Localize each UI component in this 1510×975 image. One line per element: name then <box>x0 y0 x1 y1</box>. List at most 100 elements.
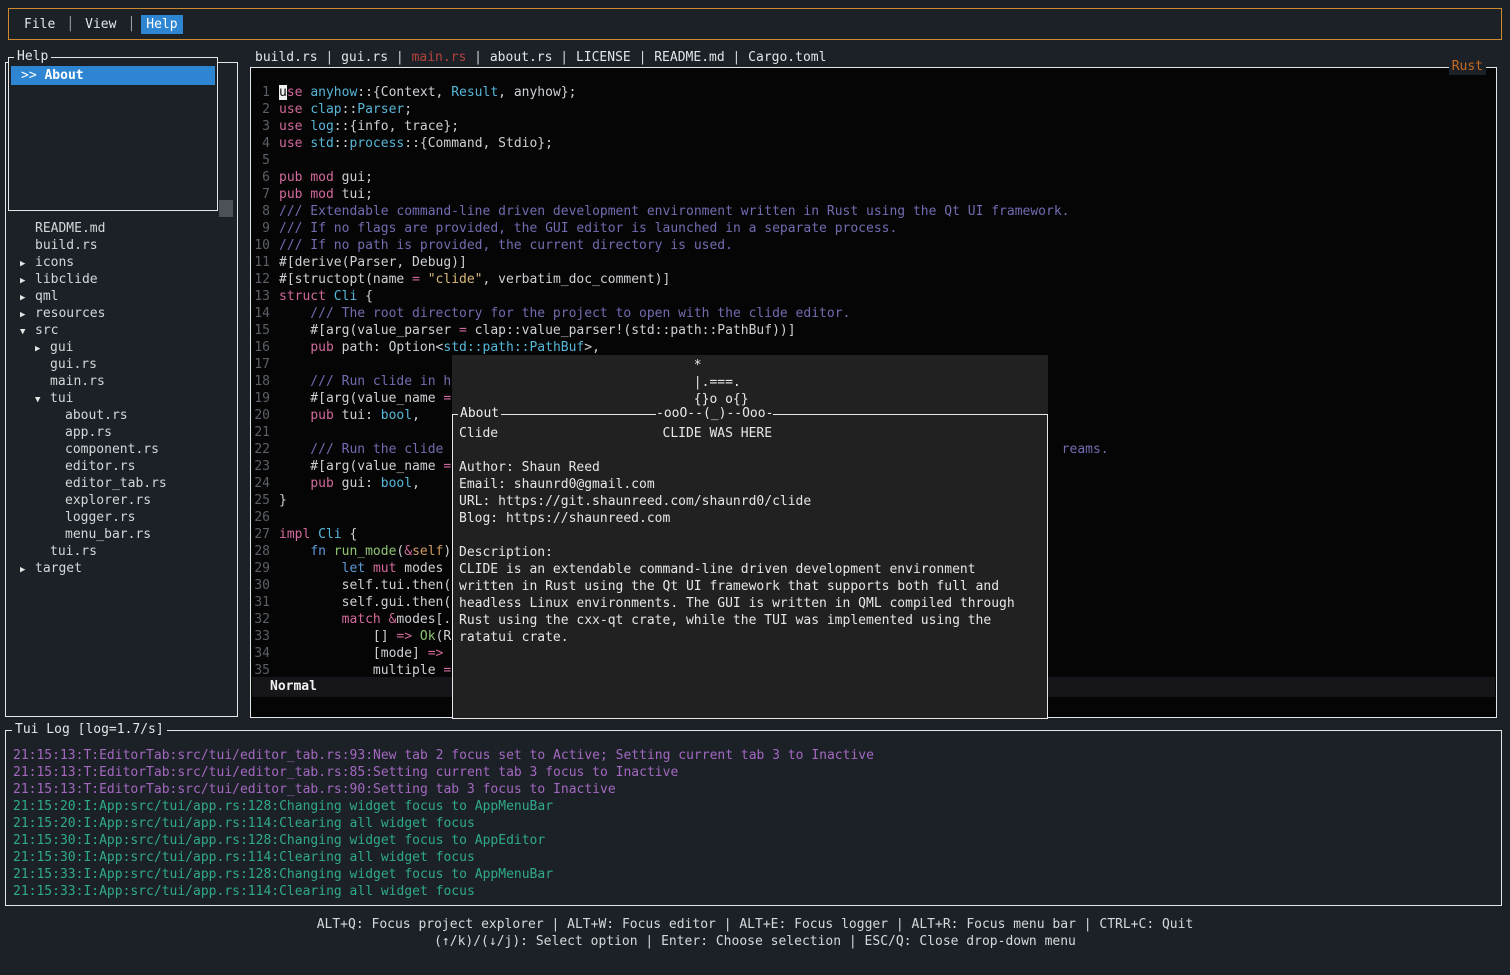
tree-item-main-rs[interactable]: main.rs <box>12 373 235 390</box>
line-number: 29 <box>254 560 270 577</box>
tree-item-app-rs[interactable]: app.rs <box>12 424 235 441</box>
code-token: #[arg(value_parser <box>279 323 459 338</box>
code-token: pub <box>279 187 302 202</box>
code-token: bool <box>381 476 412 491</box>
code-token: => <box>428 646 444 661</box>
tab-gui-rs[interactable]: gui.rs <box>341 50 388 65</box>
tree-item-menu_bar-rs[interactable]: menu_bar.rs <box>12 526 235 543</box>
tree-item-gui[interactable]: ▶gui <box>12 339 235 356</box>
tree-item-explorer-rs[interactable]: explorer.rs <box>12 492 235 509</box>
tab-about-rs[interactable]: about.rs <box>490 50 553 65</box>
tab-main-rs[interactable]: main.rs <box>412 50 467 65</box>
tree-item-build-rs[interactable]: build.rs <box>12 237 235 254</box>
code-token <box>365 561 373 576</box>
code-token: anyhow <box>310 85 357 100</box>
log-entry: 21:15:20:I:App:src/tui/app.rs:128:Changi… <box>13 798 1497 815</box>
code-line-6[interactable]: 6pub mod gui; <box>252 169 1495 186</box>
menu-item-help[interactable]: Help <box>141 15 182 34</box>
tree-item-label: about.rs <box>65 408 128 423</box>
tree-item-label: src <box>35 323 58 338</box>
log-entry: 21:15:30:I:App:src/tui/app.rs:114:Cleari… <box>13 849 1497 866</box>
menu-separator: │ <box>66 16 74 33</box>
code-token <box>279 476 310 491</box>
code-line-1[interactable]: 1use anyhow::{Context, Result, anyhow}; <box>252 84 1495 101</box>
line-number: 3 <box>254 118 270 135</box>
code-token: gui: <box>334 476 381 491</box>
log-entry: 21:15:13:T:EditorTab:src/tui/editor_tab.… <box>13 747 1497 764</box>
tab-separator: | <box>725 50 748 65</box>
tree-item-label: target <box>35 561 82 576</box>
tab-LICENSE[interactable]: LICENSE <box>576 50 631 65</box>
code-token: , verbatim_doc_comment)] <box>483 272 671 287</box>
tree-item-label: logger.rs <box>65 510 135 525</box>
tree-item-editor-rs[interactable]: editor.rs <box>12 458 235 475</box>
code-token: Ok <box>420 629 436 644</box>
code-token <box>310 527 318 542</box>
log-entry: 21:15:33:I:App:src/tui/app.rs:128:Changi… <box>13 866 1497 883</box>
code-token <box>326 289 334 304</box>
tree-item-editor_tab-rs[interactable]: editor_tab.rs <box>12 475 235 492</box>
code-line-8[interactable]: 8/// Extendable command-line driven deve… <box>252 203 1495 220</box>
code-token: use <box>279 136 302 151</box>
code-line-3[interactable]: 3use log::{info, trace}; <box>252 118 1495 135</box>
code-line-14[interactable]: 14 /// The root directory for the projec… <box>252 305 1495 322</box>
line-number: 23 <box>254 458 270 475</box>
code-token: ::{Context, <box>357 85 451 100</box>
text-cursor: u <box>279 85 287 100</box>
code-token: :: <box>342 102 358 117</box>
code-token <box>420 272 428 287</box>
about-dialog: * |.===. {}o o{} About -ooO--(_)--Ooo- C… <box>452 355 1048 719</box>
menu-item-file[interactable]: File <box>19 15 60 34</box>
tree-item-target[interactable]: ▶target <box>12 560 235 577</box>
tree-item-component-rs[interactable]: component.rs <box>12 441 235 458</box>
tree-item-README-md[interactable]: README.md <box>12 220 235 237</box>
tree-item-libclide[interactable]: ▶libclide <box>12 271 235 288</box>
code-token: let <box>342 561 365 576</box>
code-token: mod <box>310 187 333 202</box>
code-token: tui; <box>334 187 373 202</box>
log-entry: 21:15:33:I:App:src/tui/app.rs:114:Cleari… <box>13 883 1497 900</box>
help-dropdown-item-label: About <box>44 68 83 83</box>
tree-item-gui-rs[interactable]: gui.rs <box>12 356 235 373</box>
line-number: 7 <box>254 186 270 203</box>
tab-separator: | <box>318 50 341 65</box>
tree-item-about-rs[interactable]: about.rs <box>12 407 235 424</box>
tree-item-qml[interactable]: ▶qml <box>12 288 235 305</box>
code-token: ::{info, trace}; <box>334 119 459 134</box>
code-line-12[interactable]: 12#[structopt(name = "clide", verbatim_d… <box>252 271 1495 288</box>
code-token: process <box>349 136 404 151</box>
tree-item-logger-rs[interactable]: logger.rs <box>12 509 235 526</box>
tree-item-tui-rs[interactable]: tui.rs <box>12 543 235 560</box>
code-line-10[interactable]: 10/// If no path is provided, the curren… <box>252 237 1495 254</box>
tree-item-icons[interactable]: ▶icons <box>12 254 235 271</box>
code-token: , <box>412 408 420 423</box>
menu-item-view[interactable]: View <box>80 15 121 34</box>
code-line-7[interactable]: 7 pub mod tui; <box>252 186 1495 203</box>
tab-README-md[interactable]: README.md <box>654 50 724 65</box>
code-token: /// Extendable command-line driven devel… <box>279 204 1070 219</box>
tree-item-label: tui <box>50 391 73 406</box>
line-number: 20 <box>254 407 270 424</box>
help-dropdown-item-about[interactable]: >> About <box>11 66 215 85</box>
code-token <box>279 408 310 423</box>
explorer-scrollbar-thumb[interactable] <box>219 200 233 217</box>
code-line-4[interactable]: 4use std::process::{Command, Stdio}; <box>252 135 1495 152</box>
tab-build-rs[interactable]: build.rs <box>255 50 318 65</box>
code-token: pub <box>279 170 302 185</box>
code-token: #[arg(value_name <box>279 459 443 474</box>
code-line-13[interactable]: 13struct Cli { <box>252 288 1495 305</box>
line-number: 34 <box>254 645 270 662</box>
code-line-11[interactable]: 11#[derive(Parser, Debug)] <box>252 254 1495 271</box>
code-token: /// The root directory for the project t… <box>279 306 850 321</box>
tree-item-resources[interactable]: ▶resources <box>12 305 235 322</box>
code-line-2[interactable]: 2use clap::Parser; <box>252 101 1495 118</box>
code-line-5[interactable]: 5 <box>252 152 1495 169</box>
tree-item-src[interactable]: ▼src <box>12 322 235 339</box>
code-token: [mode] <box>279 646 428 661</box>
code-line-16[interactable]: 16 pub path: Option<std::path::PathBuf>, <box>252 339 1495 356</box>
code-line-9[interactable]: 9/// If no flags are provided, the GUI e… <box>252 220 1495 237</box>
tab-Cargo-toml[interactable]: Cargo.toml <box>748 50 826 65</box>
code-line-15[interactable]: 15 #[arg(value_parser = clap::value_pars… <box>252 322 1495 339</box>
code-token: , anyhow}; <box>498 85 576 100</box>
tree-item-tui[interactable]: ▼tui <box>12 390 235 407</box>
